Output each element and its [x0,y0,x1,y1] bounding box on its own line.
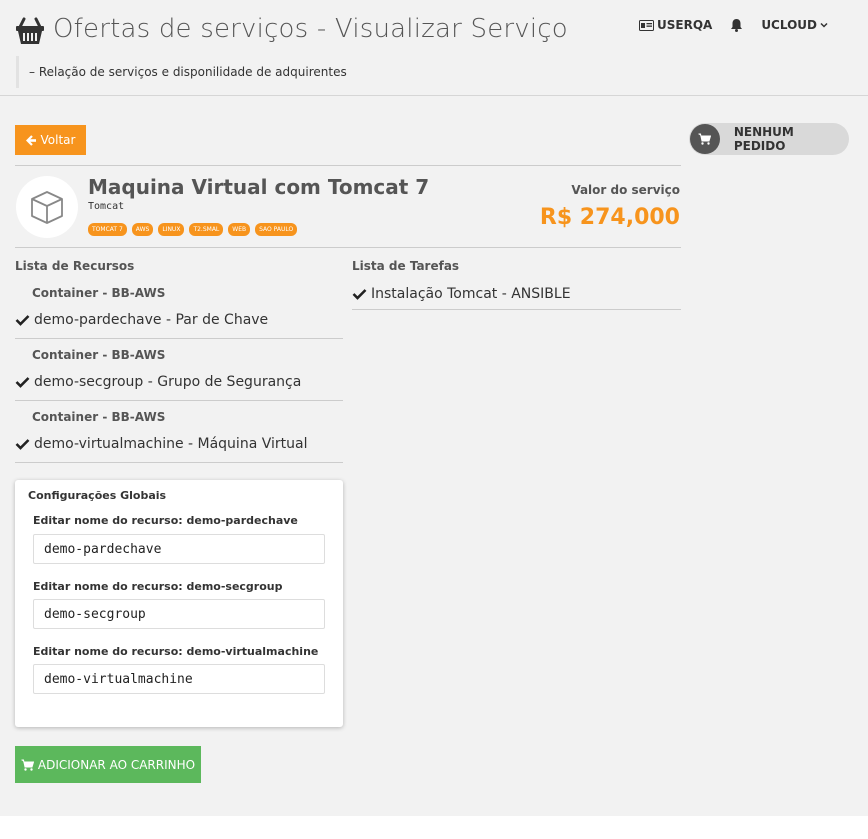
resource-line: demo-pardechave - Par de Chave [15,312,268,328]
global-config-card: Configurações Globais Editar nome do rec… [15,480,343,727]
resource-name-input[interactable] [33,664,325,694]
tag-badge: T2.SMAL [189,223,224,236]
field-label: Editar nome do recurso: demo-secgroup [33,580,283,593]
tag-badge: TOMCAT 7 [88,223,127,236]
product-tags: TOMCAT 7 AWS LINUX T2.SMAL WEB SAO PAULO [88,223,298,236]
config-title: Configurações Globais [28,489,167,502]
check-icon [15,439,30,450]
resource-container: Container - BB-AWS [32,410,166,424]
price-value: R$ 274,000 [539,205,680,230]
resource-line: demo-virtualmachine - Máquina Virtual [15,436,307,452]
field-label: Editar nome do recurso: demo-pardechave [33,514,298,527]
org-menu[interactable]: UCLOUD [761,18,828,32]
divider [15,247,681,248]
resource-label: demo-pardechave - Par de Chave [34,312,269,328]
add-to-cart-label: ADICIONAR AO CARRINHO [37,757,196,772]
tag-badge: WEB [228,223,251,236]
list-item: Container - BB-AWS demo-virtualmachine -… [15,401,343,463]
resources-list: Container - BB-AWS demo-pardechave - Par… [15,277,343,463]
cart-icon [21,759,34,771]
resource-label: demo-virtualmachine - Máquina Virtual [34,436,308,452]
price-label: Valor do serviço [571,183,680,197]
cart-icon [698,133,712,145]
check-icon [352,289,367,300]
list-item: Container - BB-AWS demo-pardechave - Par… [15,277,343,339]
resource-container: Container - BB-AWS [32,348,166,362]
org-label: UCLOUD [761,18,817,32]
check-icon [15,377,30,388]
divider [15,165,681,166]
bell-icon [731,19,743,32]
add-to-cart-button[interactable]: ADICIONAR AO CARRINHO [15,746,201,783]
back-button[interactable]: Voltar [15,125,86,155]
page-subtitle: – Relação de serviços e disponilidade de… [16,56,347,88]
product-subtitle: Tomcat [88,201,125,212]
tag-badge: LINUX [158,223,185,236]
arrow-left-icon [25,134,36,146]
footer [0,816,868,839]
resource-container: Container - BB-AWS [32,286,166,300]
list-item: Container - BB-AWS demo-secgroup - Grupo… [15,339,343,401]
basket-icon [16,17,44,44]
order-cart-circle [690,124,720,154]
tag-badge: SAO PAULO [255,223,298,236]
resource-line: demo-secgroup - Grupo de Segurança [15,374,301,390]
id-card-icon [639,19,654,31]
tasks-list: Instalação Tomcat - ANSIBLE [352,277,681,310]
product-avatar [16,176,78,238]
order-status-button[interactable]: NENHUM PEDIDO [689,123,849,155]
page-title: Ofertas de serviços - Visualizar Serviço [53,14,568,44]
task-label: Instalação Tomcat - ANSIBLE [371,286,571,302]
resource-name-input[interactable] [33,534,325,564]
user-menu[interactable]: USERQA [639,18,712,32]
cube-icon [31,191,63,224]
notifications-button[interactable] [730,18,743,32]
field-label: Editar nome do recurso: demo-virtualmach… [33,645,319,658]
top-nav: USERQA UCLOUD [639,18,828,32]
product-name: Maquina Virtual com Tomcat 7 [88,175,430,199]
list-item: Instalação Tomcat - ANSIBLE [352,277,681,310]
page-header: Ofertas de serviços - Visualizar Serviço… [0,0,868,96]
tag-badge: AWS [131,223,154,236]
resource-name-input[interactable] [33,599,325,629]
user-label: USERQA [657,18,713,32]
order-status-label: NENHUM PEDIDO [733,125,794,153]
back-label: Voltar [40,133,76,147]
chevron-down-icon [820,22,828,28]
check-icon [15,315,30,326]
resource-label: demo-secgroup - Grupo de Segurança [34,374,302,390]
tasks-heading: Lista de Tarefas [352,259,460,273]
resources-heading: Lista de Recursos [15,259,135,273]
